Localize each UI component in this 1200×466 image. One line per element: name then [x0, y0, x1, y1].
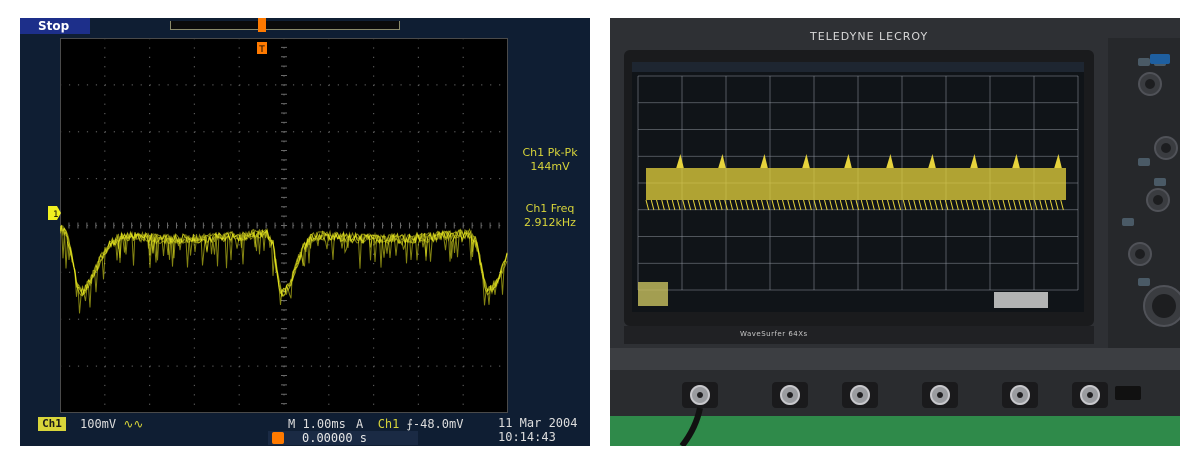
trigger-mode: A [356, 417, 364, 431]
channel-badge: Ch1 [38, 417, 66, 431]
model-label: WaveSurfer 64Xs [740, 330, 808, 338]
record-view-bar [170, 21, 400, 30]
time: 10:14:43 [498, 430, 556, 444]
ch1-ground-marker-icon: 1 [48, 206, 61, 220]
measurement-label: Ch1 Freq [525, 202, 575, 215]
trigger-position-value: 0.00000 s [302, 431, 368, 445]
measurement-freq: Ch1 Freq 2.912kHz [512, 202, 588, 230]
vertical-scale-value: 100mV [80, 417, 117, 431]
trigger-level: -48.0mV [412, 417, 464, 431]
date-time: 11 Mar 2004 10:14:43 [498, 416, 590, 444]
trigger-position-icon [272, 432, 284, 444]
acquisition-status: Stop [20, 18, 90, 34]
brand-logo: TELEDYNE LECROY [810, 30, 929, 43]
waveform-plot [60, 38, 508, 413]
measurement-value: 2.912kHz [524, 216, 576, 229]
measurement-pk-pk: Ch1 Pk-Pk 144mV [512, 146, 588, 174]
timebase-readout: M 1.00ms [288, 417, 346, 431]
svg-text:1: 1 [53, 210, 59, 220]
trigger-position-readout: 0.00000 s [268, 431, 418, 445]
measurement-readouts: Ch1 Pk-Pk 144mV Ch1 Freq 2.912kHz [512, 146, 588, 258]
scope-top-bar: Stop [20, 18, 590, 36]
oscilloscope-photo-right: TELEDYNE LECROY WaveSurfer 64Xs [610, 18, 1180, 446]
coupling-icon: ∿∿ [123, 417, 144, 431]
graticule-grid [60, 38, 508, 413]
measurement-value: 144mV [530, 160, 570, 173]
scope-photo-illustration [610, 18, 1180, 446]
trigger-position-marker-icon: T [257, 18, 267, 55]
date: 11 Mar 2004 [498, 416, 578, 430]
svg-text:T: T [258, 45, 265, 55]
trigger-readout: A Ch1 ⨍-48.0mV [356, 416, 463, 432]
vertical-scale: 100mV ∿∿ [80, 416, 143, 432]
oscilloscope-screen-left: Stop T 1 Ch1 Pk-Pk 144mV Ch1 Freq 2.912k… [20, 18, 590, 446]
measurement-label: Ch1 Pk-Pk [522, 146, 578, 159]
settings-readout-bar: Ch1 100mV ∿∿ M 1.00ms A Ch1 ⨍-48.0mV [38, 416, 508, 432]
trigger-channel: Ch1 [377, 417, 400, 431]
